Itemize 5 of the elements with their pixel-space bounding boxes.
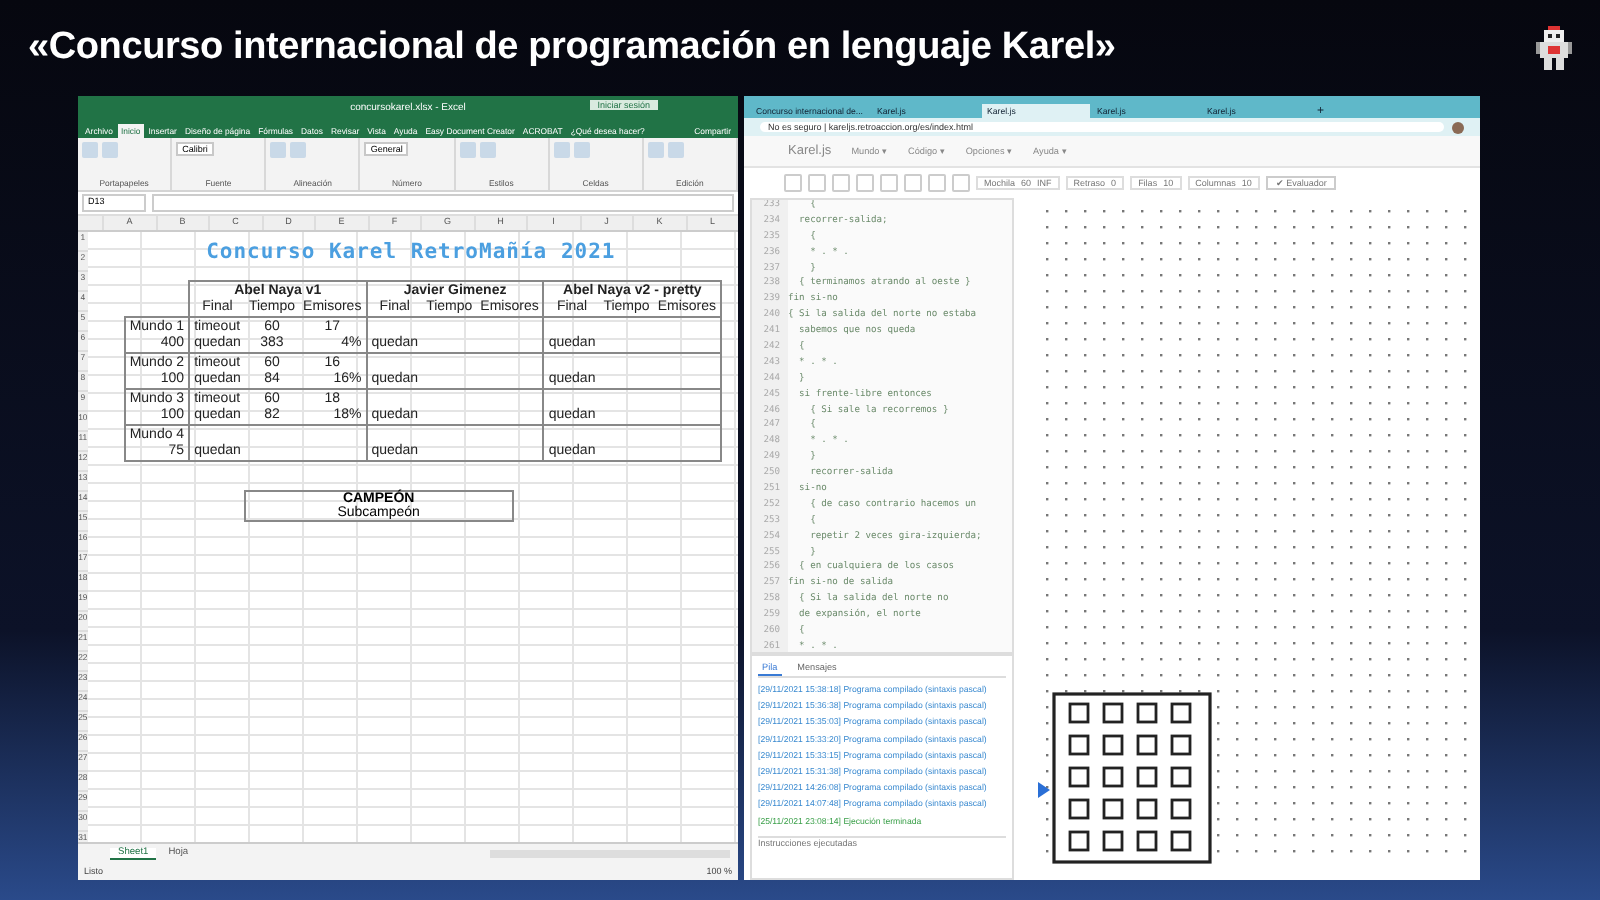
video-title: «Concurso internacional de programación en lenguaje Karel» [28, 26, 1116, 70]
robot-icon [1536, 26, 1572, 70]
sheet-title: Concurso Karel RetroMañía 2021 [204, 238, 618, 268]
avatar-icon[interactable] [1452, 121, 1464, 133]
formula-field[interactable] [152, 194, 734, 212]
